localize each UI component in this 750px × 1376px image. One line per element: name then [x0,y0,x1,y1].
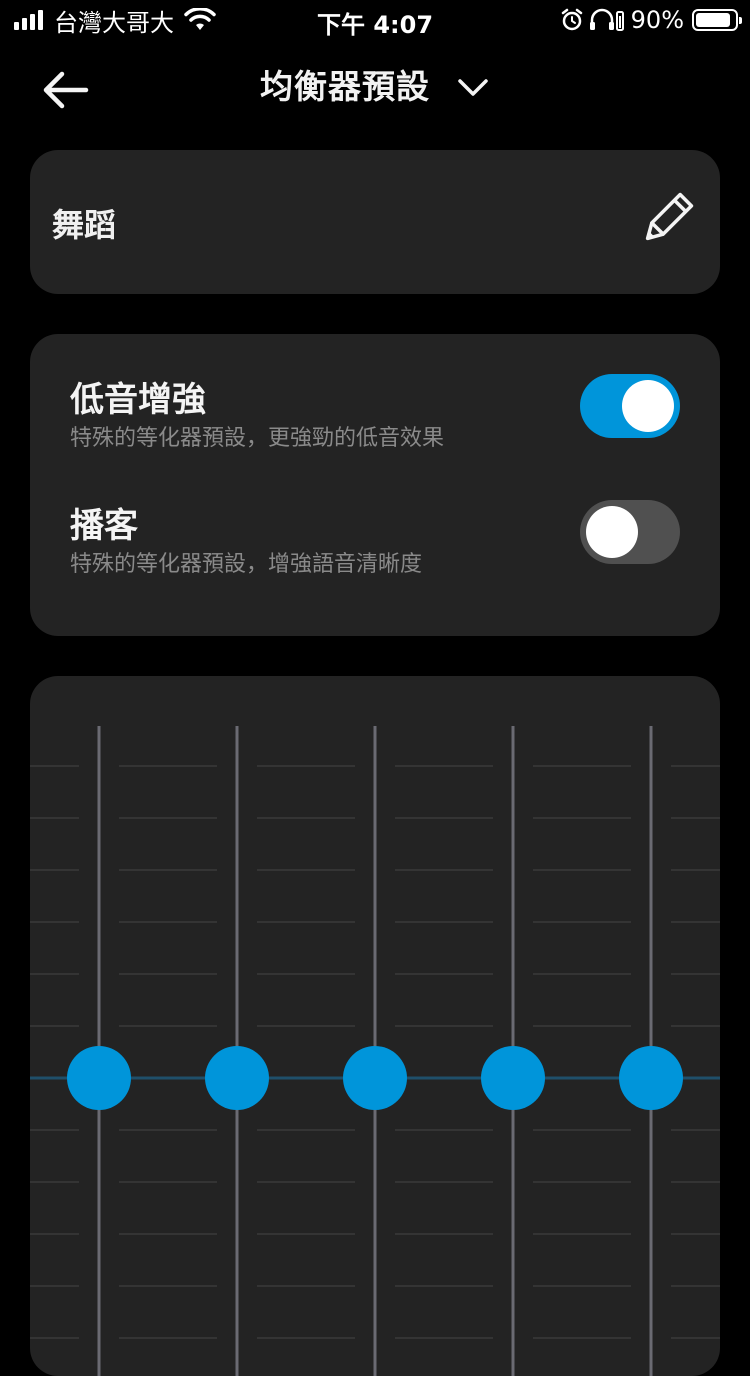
equalizer-card [30,676,720,1376]
battery-icon [692,9,742,31]
preset-selector[interactable]: 均衡器預設 [0,60,750,108]
eq-slider-knob[interactable] [67,1046,131,1110]
battery-fill [696,13,731,27]
battery-percent: 90% [630,6,684,34]
equalizer-graph [30,726,720,1376]
alarm-icon [561,8,582,31]
preset-name: 舞蹈 [52,206,117,244]
podcast-switch[interactable] [580,500,680,564]
eq-slider-knob[interactable] [481,1046,545,1110]
page-title: 均衡器預設 [260,67,430,106]
toggle-row-bass-boost: 低音增強 特殊的等化器預設，更強勁的低音效果 [30,372,720,482]
preset-name-card: 舞蹈 [30,150,720,294]
pencil-icon[interactable] [636,190,696,250]
eq-slider-knob[interactable] [205,1046,269,1110]
special-presets-card: 低音增強 特殊的等化器預設，更強勁的低音效果 播客 特殊的等化器預設，增強語音清… [30,334,720,636]
eq-slider-knob[interactable] [619,1046,683,1110]
header: 均衡器預設 [0,44,750,124]
status-right: 90% [561,6,742,34]
eq-slider-knob[interactable] [343,1046,407,1110]
bass-boost-subtitle: 特殊的等化器預設，更強勁的低音效果 [70,426,445,451]
switch-knob [622,380,674,432]
bass-boost-title: 低音增強 [70,380,206,420]
podcast-title: 播客 [70,506,138,546]
toggle-row-podcast: 播客 特殊的等化器預設，增強語音清晰度 [30,498,720,608]
podcast-subtitle: 特殊的等化器預設，增強語音清晰度 [70,552,423,577]
status-bar: 台灣大哥大 下午 4:07 90% [0,0,750,40]
bass-boost-switch[interactable] [580,374,680,438]
chevron-down-icon [458,79,488,96]
switch-knob [586,506,638,558]
headphones-battery-icon [589,8,624,31]
